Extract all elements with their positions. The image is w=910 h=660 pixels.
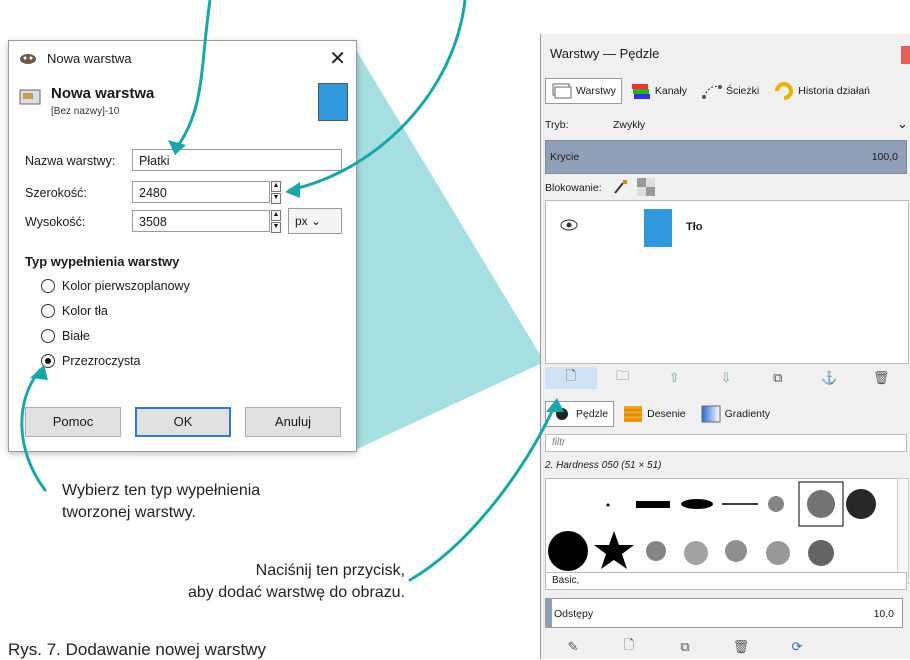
figure-caption: Rys. 7. Dodawanie nowej warstwy	[8, 640, 266, 659]
fill-type-note: Wybierz ten typ wypełnienia tworzonej wa…	[62, 482, 261, 521]
add-button-note: Naciśnij ten przycisk, aby dodać warstwę…	[188, 562, 406, 601]
callout-arrows	[20, 0, 564, 582]
